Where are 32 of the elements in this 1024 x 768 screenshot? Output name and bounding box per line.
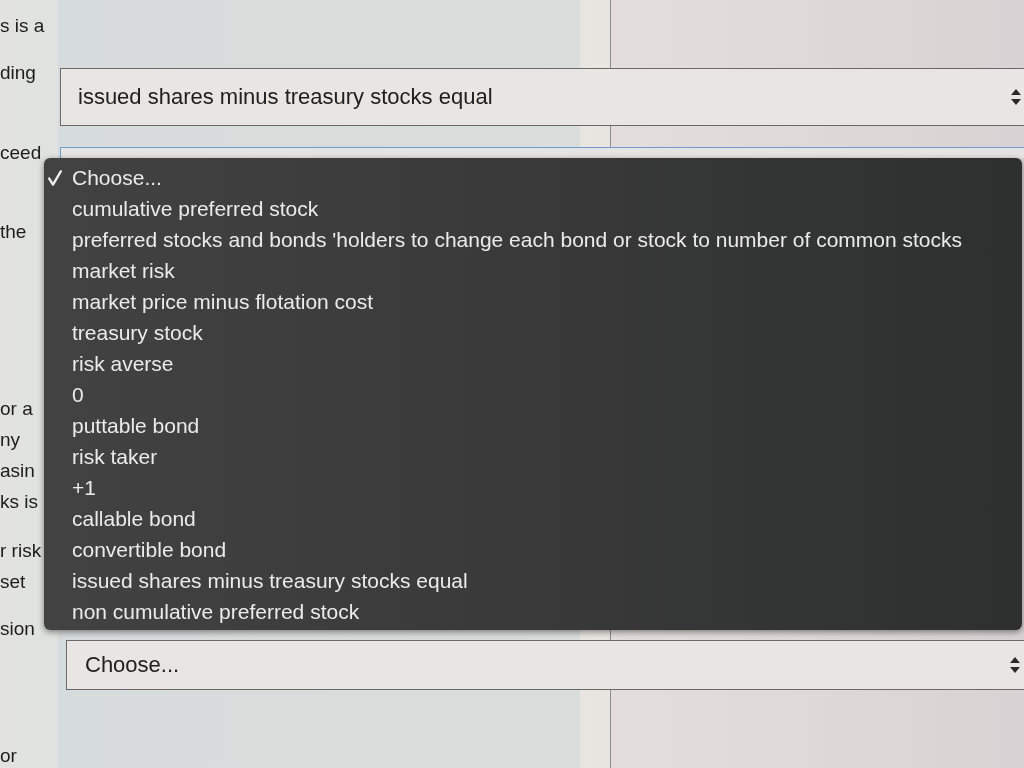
question-text-fragment: r risk: [0, 539, 42, 563]
dropdown-field[interactable]: [60, 147, 1024, 158]
dropdown-field[interactable]: Choose...: [66, 640, 1024, 690]
menu-option[interactable]: convertible bond: [44, 534, 1022, 565]
menu-option[interactable]: cumulative preferred stock: [44, 193, 1022, 224]
menu-option[interactable]: callable bond: [44, 503, 1022, 534]
menu-option[interactable]: +1: [44, 472, 1022, 503]
dropdown-field[interactable]: issued shares minus treasury stocks equal: [60, 68, 1024, 126]
menu-option[interactable]: market risk: [44, 255, 1022, 286]
question-text-fragment: or a: [0, 397, 33, 421]
menu-option[interactable]: non cumulative preferred stock: [44, 596, 1022, 627]
question-text-fragment: the: [0, 220, 27, 244]
question-text-fragment: ceed: [0, 141, 42, 165]
menu-option[interactable]: market price minus flotation cost: [44, 286, 1022, 317]
question-text-fragment: sion: [0, 617, 35, 641]
question-text-fragment: asin: [0, 459, 35, 483]
menu-option[interactable]: 0: [44, 379, 1022, 410]
menu-option[interactable]: issued shares minus treasury stocks equal: [44, 565, 1022, 596]
question-text-fragment: ny: [0, 428, 21, 452]
question-text-fragment: ding: [0, 61, 36, 85]
question-text-fragment: s is a: [0, 14, 45, 38]
question-text-fragment: or: [0, 745, 17, 767]
menu-option[interactable]: risk taker: [44, 441, 1022, 472]
menu-option[interactable]: Choose...: [44, 162, 1022, 193]
question-text-fragment: set: [0, 570, 26, 594]
menu-option[interactable]: risk averse: [44, 348, 1022, 379]
up-down-arrows-icon: [1010, 657, 1020, 673]
question-text-fragment: ks is: [0, 490, 38, 514]
menu-option[interactable]: puttable bond: [44, 410, 1022, 441]
menu-option[interactable]: treasury stock: [44, 317, 1022, 348]
menu-option[interactable]: preferred stocks and bonds 'holders to change each bond or stock to number of common stocks: [44, 224, 1022, 255]
up-down-arrows-icon: [1011, 89, 1021, 105]
